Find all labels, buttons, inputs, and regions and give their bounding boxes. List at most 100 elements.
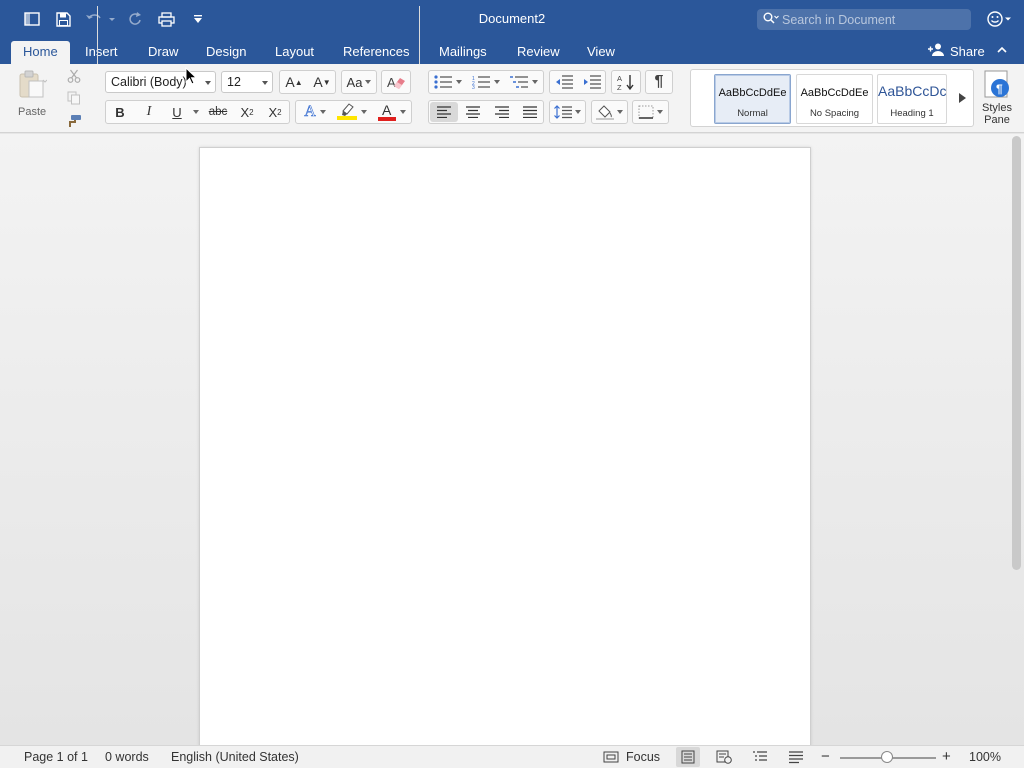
draft-view-icon[interactable] bbox=[788, 750, 806, 764]
text-effects-button[interactable]: A bbox=[298, 101, 332, 123]
font-color-button[interactable]: A bbox=[374, 101, 410, 123]
font-color-icon: A bbox=[378, 102, 396, 121]
underline-options-chevron-icon[interactable] bbox=[191, 101, 201, 123]
svg-text:3: 3 bbox=[472, 85, 475, 89]
line-spacing-icon bbox=[554, 105, 572, 119]
format-painter-icon[interactable] bbox=[64, 112, 84, 130]
font-size-dropdown[interactable]: 12 bbox=[221, 71, 273, 93]
tab-layout[interactable]: Layout bbox=[263, 41, 326, 64]
share-button[interactable]: Share bbox=[928, 43, 985, 59]
zoom-in-button[interactable]: + bbox=[942, 748, 951, 765]
sidebar-toggle-icon[interactable] bbox=[21, 9, 43, 29]
save-icon[interactable] bbox=[52, 9, 74, 29]
collapse-ribbon-chevron-icon[interactable] bbox=[996, 44, 1010, 58]
shading-button[interactable] bbox=[593, 102, 626, 122]
cut-icon[interactable] bbox=[64, 67, 84, 85]
title-bar: Document2 bbox=[0, 0, 1024, 38]
style-normal[interactable]: AaBbCcDdEe Normal bbox=[714, 74, 791, 124]
language-status[interactable]: English (United States) bbox=[171, 750, 299, 764]
zoom-level[interactable]: 100% bbox=[969, 750, 1001, 764]
align-center-icon[interactable] bbox=[459, 102, 487, 122]
zoom-out-button[interactable]: − bbox=[821, 748, 830, 765]
feedback-smiley-icon[interactable] bbox=[986, 9, 1014, 29]
outline-view-icon[interactable] bbox=[752, 750, 770, 764]
subscript-button[interactable]: X2 bbox=[235, 101, 259, 123]
grow-font-button[interactable]: A ▲ bbox=[281, 72, 307, 92]
customize-toolbar-icon[interactable] bbox=[187, 9, 209, 29]
bullets-button[interactable] bbox=[430, 72, 466, 92]
show-formatting-marks-button[interactable]: ¶ bbox=[647, 72, 671, 92]
increase-indent-icon[interactable] bbox=[579, 72, 605, 92]
ribbon-divider bbox=[97, 6, 98, 64]
tab-references[interactable]: References bbox=[331, 41, 421, 64]
focus-icon[interactable] bbox=[603, 750, 621, 764]
document-page[interactable] bbox=[199, 147, 811, 745]
sort-icon[interactable]: AZ bbox=[613, 72, 639, 92]
numbering-button[interactable]: 123 bbox=[468, 72, 504, 92]
line-spacing-button[interactable] bbox=[551, 102, 584, 122]
highlighter-icon bbox=[337, 102, 357, 123]
tab-view[interactable]: View bbox=[575, 41, 627, 64]
svg-text:¶: ¶ bbox=[996, 82, 1003, 96]
style-preview: AaBbCcDc bbox=[878, 83, 946, 99]
highlight-color-button[interactable] bbox=[334, 101, 370, 123]
superscript-letter: X bbox=[268, 104, 278, 120]
page-count[interactable]: Page 1 of 1 bbox=[24, 750, 88, 764]
bold-button[interactable]: B bbox=[108, 101, 132, 123]
clear-formatting-eraser-icon[interactable]: A bbox=[383, 72, 409, 92]
chevron-down-icon bbox=[617, 110, 623, 114]
chevron-down-icon bbox=[532, 80, 538, 84]
status-bar: Page 1 of 1 0 words English (United Stat… bbox=[0, 745, 1024, 768]
web-layout-view-icon[interactable] bbox=[716, 750, 734, 764]
tab-draw[interactable]: Draw bbox=[136, 41, 190, 64]
chevron-down-icon bbox=[205, 81, 211, 85]
styles-pane-button[interactable]: ¶ Styles Pane bbox=[977, 70, 1017, 132]
word-count[interactable]: 0 words bbox=[105, 750, 149, 764]
tab-review[interactable]: Review bbox=[505, 41, 572, 64]
chevron-down-icon bbox=[361, 110, 367, 114]
style-no-spacing[interactable]: AaBbCcDdEe No Spacing bbox=[796, 74, 873, 124]
search-input[interactable] bbox=[782, 12, 962, 27]
chevron-down-icon bbox=[400, 110, 406, 114]
change-case-button[interactable]: Aa bbox=[343, 72, 375, 92]
redo-icon[interactable] bbox=[124, 9, 146, 29]
add-person-icon bbox=[928, 43, 945, 59]
align-right-icon[interactable] bbox=[488, 102, 516, 122]
tab-home[interactable]: Home bbox=[11, 41, 70, 64]
style-preview: AaBbCcDdEe bbox=[800, 87, 869, 99]
font-name-dropdown[interactable]: Calibri (Body) bbox=[105, 71, 216, 93]
superscript-button[interactable]: X2 bbox=[263, 101, 287, 123]
italic-button[interactable]: I bbox=[137, 101, 161, 123]
decrease-indent-icon[interactable] bbox=[551, 72, 577, 92]
tab-mailings[interactable]: Mailings bbox=[427, 41, 499, 64]
superscript-mark: 2 bbox=[277, 107, 282, 117]
copy-icon[interactable] bbox=[64, 89, 84, 107]
style-preview: AaBbCcDdEe bbox=[718, 87, 787, 99]
font-name-value: Calibri (Body) bbox=[111, 75, 187, 89]
focus-label[interactable]: Focus bbox=[626, 750, 660, 764]
chevron-down-icon bbox=[319, 110, 326, 114]
shrink-font-button[interactable]: A ▼ bbox=[309, 72, 335, 92]
underline-button[interactable]: U bbox=[165, 101, 189, 123]
search-box[interactable] bbox=[757, 9, 971, 30]
search-icon bbox=[763, 12, 779, 27]
tab-design[interactable]: Design bbox=[194, 41, 258, 64]
print-layout-view-icon[interactable] bbox=[676, 747, 700, 767]
tab-insert[interactable]: Insert bbox=[73, 41, 130, 64]
multilevel-list-button[interactable] bbox=[506, 72, 542, 92]
borders-button[interactable] bbox=[634, 102, 667, 122]
paste-label: Paste bbox=[18, 106, 47, 118]
chevron-down-icon bbox=[657, 110, 663, 114]
undo-icon[interactable] bbox=[83, 9, 117, 29]
gallery-next-arrow-icon[interactable] bbox=[959, 93, 966, 103]
zoom-slider-thumb[interactable] bbox=[881, 751, 893, 763]
ribbon-tabs: Home Insert Draw Design Layout Reference… bbox=[0, 38, 1024, 64]
align-left-icon[interactable] bbox=[430, 102, 458, 122]
justify-icon[interactable] bbox=[517, 102, 543, 122]
paste-icon[interactable] bbox=[12, 69, 52, 99]
shrink-font-letter: A bbox=[313, 74, 323, 90]
style-heading-1[interactable]: AaBbCcDc Heading 1 bbox=[877, 74, 947, 124]
vertical-scrollbar[interactable] bbox=[1012, 136, 1021, 570]
print-icon[interactable] bbox=[155, 9, 177, 29]
strikethrough-button[interactable]: abc bbox=[205, 101, 231, 123]
